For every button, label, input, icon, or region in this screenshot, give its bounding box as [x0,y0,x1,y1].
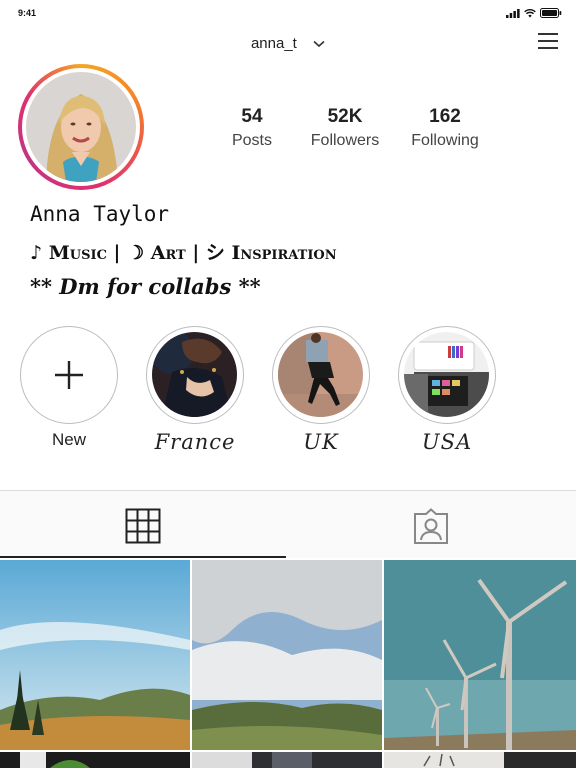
highlight-circle [272,326,370,424]
grid-post[interactable] [0,752,190,768]
stat-label: Following [411,132,479,149]
profile-bio: ♪ Music | ☽ Art | シ Inspiration [30,242,337,264]
stat-followers[interactable]: 52K Followers [295,106,395,150]
highlight-image [152,332,237,417]
profile-tabbar [0,490,576,558]
plus-icon [54,360,83,389]
highlight-image [404,332,489,417]
grid-post[interactable] [0,560,190,750]
grid-post[interactable] [384,560,576,750]
status-icons [506,8,562,18]
profile-name: Anna Taylor [30,202,170,226]
avatar-photo [26,72,136,182]
highlight-image [278,332,363,417]
profile-bio-cta: ** Dm for collabs ** [30,274,261,299]
highlight-circle [146,326,244,424]
stat-label: Posts [231,132,272,149]
tagged-person-icon[interactable] [412,508,450,546]
username-label: anna_t [250,34,297,52]
hamburger-menu-icon[interactable] [538,32,558,50]
stat-following[interactable]: 162 Following [395,106,495,150]
stat-value: 162 [429,106,461,127]
avatar[interactable] [18,64,144,190]
stat-posts[interactable]: 54 Posts [202,106,302,150]
highlight-france[interactable]: France [145,326,245,454]
grid-post[interactable] [384,752,576,768]
status-time: 9:41 [18,8,37,18]
top-nav: anna_t [0,26,576,66]
highlight-label: France [154,430,236,454]
status-bar: 9:41 [0,0,576,26]
highlight-label: New [51,430,86,449]
grid-post[interactable] [192,560,382,750]
grid-post[interactable] [192,752,382,768]
battery-icon [540,8,562,18]
stat-value: 52K [327,106,363,127]
highlight-circle [398,326,496,424]
highlight-new[interactable]: New [19,326,119,450]
highlight-uk[interactable]: UK [271,326,371,454]
highlight-usa[interactable]: USA [397,326,497,454]
chevron-down-icon [313,35,325,52]
highlight-circle [20,326,118,424]
highlight-label: USA [421,430,473,454]
wifi-icon [524,8,536,17]
stat-value: 54 [241,106,263,127]
stat-label: Followers [310,132,380,149]
highlight-label: UK [303,430,339,454]
grid-icon[interactable] [125,508,161,544]
signal-icon [506,8,520,18]
active-tab-indicator [0,556,286,558]
account-switcher[interactable]: anna_t [0,34,576,52]
